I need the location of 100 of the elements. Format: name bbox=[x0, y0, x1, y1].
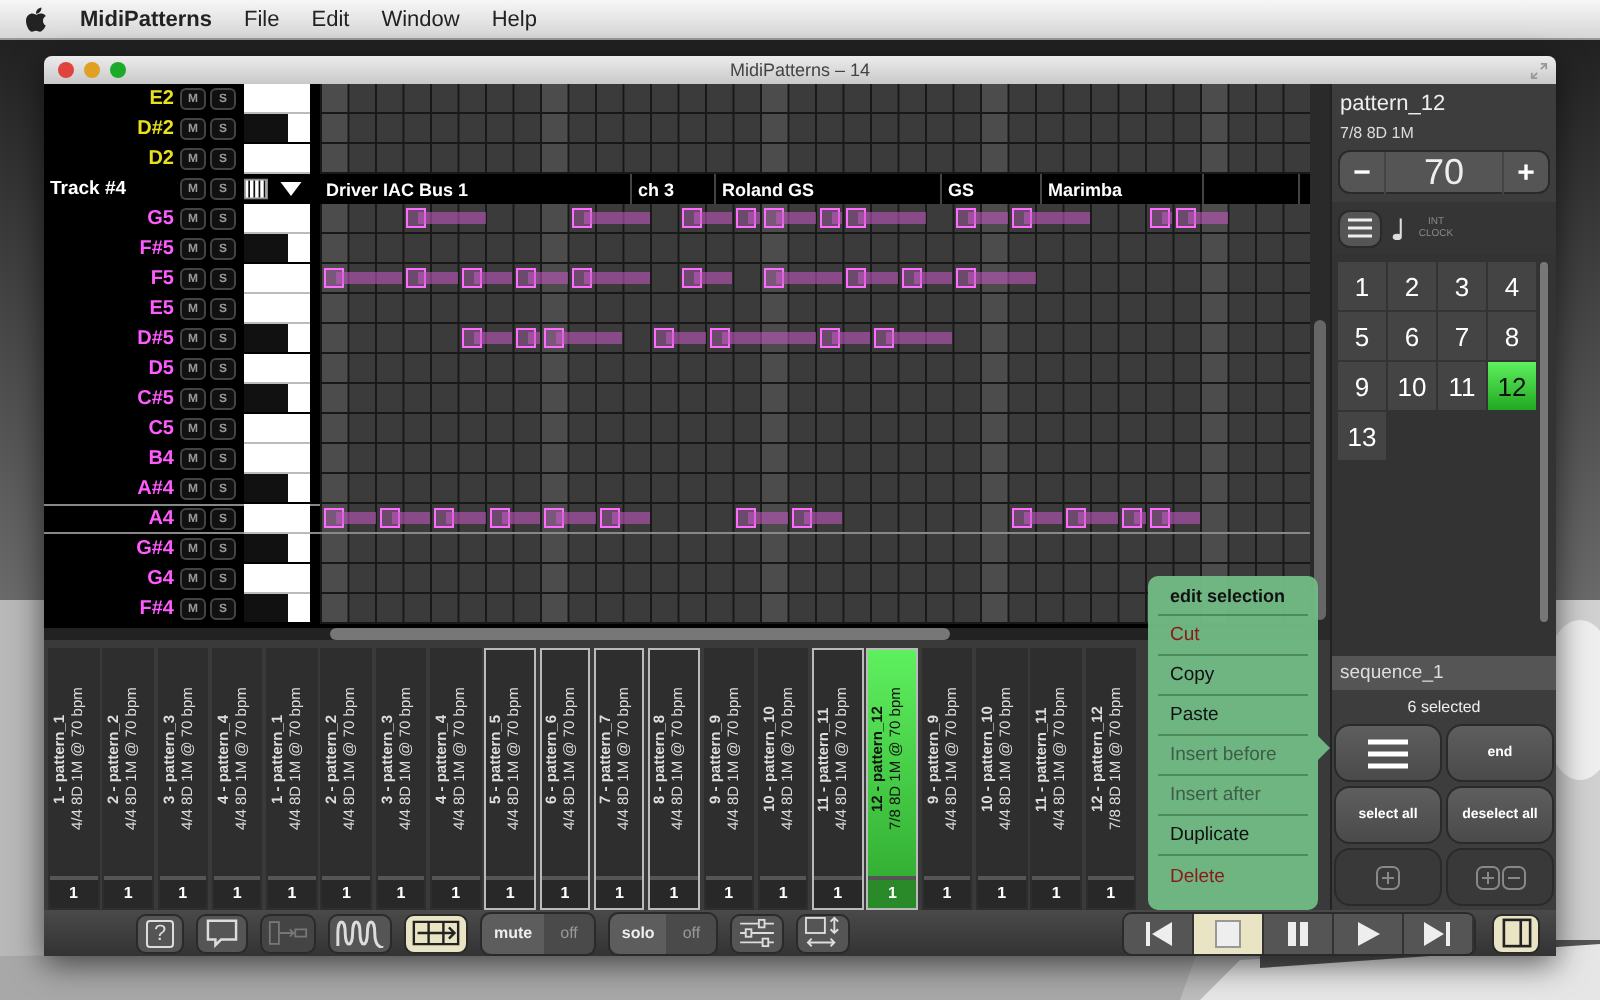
pattern-button[interactable]: 6 bbox=[1388, 312, 1436, 360]
vertical-scrollbar[interactable] bbox=[1314, 320, 1326, 620]
note-block[interactable] bbox=[705, 328, 815, 348]
note-lane[interactable] bbox=[320, 204, 1310, 234]
note-block[interactable] bbox=[540, 508, 595, 528]
note-block[interactable] bbox=[870, 328, 953, 348]
note-block[interactable] bbox=[677, 208, 733, 228]
note-block[interactable] bbox=[1145, 208, 1173, 228]
menu-item[interactable]: Window bbox=[381, 7, 460, 31]
note-block[interactable] bbox=[457, 268, 513, 288]
vertical-scrollbar[interactable] bbox=[1540, 262, 1548, 622]
piano-key[interactable] bbox=[244, 384, 310, 414]
note-block[interactable] bbox=[1007, 508, 1063, 528]
pattern-button[interactable]: 3 bbox=[1438, 262, 1486, 310]
note-block[interactable] bbox=[430, 508, 485, 528]
pattern-button[interactable]: 10 bbox=[1388, 362, 1436, 410]
close-button[interactable] bbox=[58, 62, 74, 78]
pattern-button[interactable]: 8 bbox=[1488, 312, 1536, 360]
menu-item[interactable]: Paste bbox=[1158, 696, 1308, 736]
note-block[interactable] bbox=[787, 508, 843, 528]
note-block[interactable] bbox=[1172, 208, 1228, 228]
note-block[interactable] bbox=[567, 268, 650, 288]
pattern-button[interactable]: 2 bbox=[1388, 262, 1436, 310]
note-block[interactable] bbox=[815, 328, 870, 348]
note-block[interactable] bbox=[760, 268, 843, 288]
note-icon[interactable] bbox=[1392, 215, 1406, 241]
pattern-button[interactable]: 11 bbox=[1438, 362, 1486, 410]
piano-key[interactable] bbox=[244, 534, 310, 564]
menu-item[interactable]: Duplicate bbox=[1158, 816, 1308, 856]
note-lane[interactable] bbox=[320, 504, 1310, 534]
note-block[interactable] bbox=[485, 508, 540, 528]
pattern-button[interactable]: 4 bbox=[1488, 262, 1536, 310]
add-remove-button[interactable] bbox=[1446, 848, 1554, 906]
note-block[interactable] bbox=[1145, 508, 1200, 528]
menu-item[interactable]: Help bbox=[491, 7, 537, 31]
note-block[interactable] bbox=[1062, 508, 1118, 528]
menu-item[interactable]: Cut bbox=[1158, 616, 1308, 656]
horizontal-scrollbar[interactable] bbox=[330, 628, 950, 640]
increase-button[interactable]: + bbox=[1504, 152, 1548, 192]
note-block[interactable] bbox=[375, 508, 430, 528]
panel-toggle-button[interactable] bbox=[1492, 913, 1540, 953]
resize-button[interactable] bbox=[796, 913, 851, 953]
note-block[interactable] bbox=[952, 268, 1035, 288]
note-block[interactable] bbox=[842, 208, 925, 228]
note-lane[interactable] bbox=[320, 324, 1310, 354]
note-block[interactable] bbox=[1117, 508, 1145, 528]
add-button[interactable] bbox=[1334, 848, 1442, 906]
note-block[interactable] bbox=[897, 268, 953, 288]
note-lane[interactable] bbox=[320, 264, 1310, 294]
piano-key[interactable] bbox=[244, 234, 310, 264]
wave-button[interactable] bbox=[328, 913, 392, 953]
menu-button[interactable] bbox=[1334, 724, 1442, 782]
piano-key[interactable] bbox=[244, 594, 310, 624]
menu-item[interactable]: File bbox=[244, 7, 280, 31]
pattern-button[interactable]: 7 bbox=[1438, 312, 1486, 360]
prev-button[interactable] bbox=[1124, 913, 1194, 953]
note-block[interactable] bbox=[320, 268, 403, 288]
menu-button[interactable] bbox=[1338, 209, 1382, 247]
note-block[interactable] bbox=[595, 508, 650, 528]
note-block[interactable] bbox=[457, 328, 513, 348]
pattern-button[interactable]: 12 bbox=[1488, 362, 1536, 410]
note-block[interactable] bbox=[650, 328, 705, 348]
app-menu[interactable]: MidiPatterns bbox=[80, 7, 213, 31]
pattern-button[interactable]: 5 bbox=[1338, 312, 1386, 360]
tempo-value[interactable]: 70 bbox=[1384, 151, 1504, 193]
note-block[interactable] bbox=[512, 268, 568, 288]
menu-item[interactable]: Delete bbox=[1158, 856, 1308, 896]
note-block[interactable] bbox=[815, 208, 843, 228]
note-block[interactable] bbox=[512, 328, 540, 348]
note-block[interactable] bbox=[760, 208, 815, 228]
note-block[interactable] bbox=[402, 268, 458, 288]
comment-button[interactable] bbox=[196, 913, 248, 953]
note-block[interactable] bbox=[1007, 208, 1090, 228]
piano-key[interactable] bbox=[244, 324, 310, 354]
piano-icon[interactable] bbox=[244, 178, 268, 200]
note-block[interactable] bbox=[567, 208, 650, 228]
note-block[interactable] bbox=[540, 328, 623, 348]
pause-button[interactable] bbox=[1264, 913, 1334, 953]
toggle-switch[interactable]: solo off bbox=[607, 911, 719, 955]
grid-arrow-button[interactable] bbox=[404, 913, 468, 953]
next-button[interactable] bbox=[1404, 913, 1474, 953]
menu-item[interactable]: Copy bbox=[1158, 656, 1308, 696]
note-block[interactable] bbox=[952, 208, 1008, 228]
pattern-button[interactable]: 13 bbox=[1338, 412, 1386, 460]
menu-item[interactable]: Edit bbox=[311, 7, 350, 31]
pattern-button[interactable]: 9 bbox=[1338, 362, 1386, 410]
piano-key[interactable] bbox=[244, 114, 310, 144]
note-block[interactable] bbox=[842, 268, 898, 288]
dropdown-icon[interactable] bbox=[280, 182, 302, 196]
apple-icon[interactable] bbox=[24, 5, 48, 33]
help-button[interactable]: ? bbox=[136, 913, 184, 953]
note-block[interactable] bbox=[402, 208, 485, 228]
note-block[interactable] bbox=[732, 208, 760, 228]
note-block[interactable] bbox=[320, 508, 375, 528]
note-block[interactable] bbox=[732, 508, 788, 528]
stop-button[interactable] bbox=[1194, 913, 1264, 953]
decrease-button[interactable]: − bbox=[1340, 152, 1384, 192]
note-block[interactable] bbox=[677, 268, 733, 288]
pattern-button[interactable]: 1 bbox=[1338, 262, 1386, 310]
toggle-switch[interactable]: mute off bbox=[480, 911, 596, 955]
